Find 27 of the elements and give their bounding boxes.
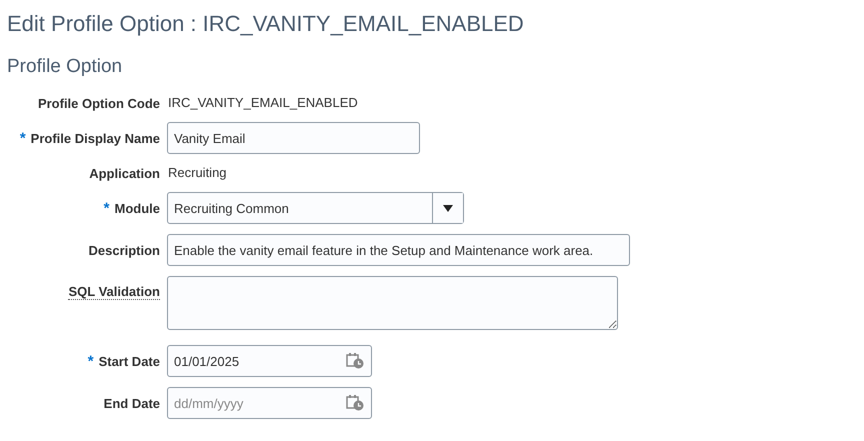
text-field[interactable]: Vanity Email <box>167 122 420 154</box>
field-label: Description <box>88 242 160 258</box>
text-field[interactable]: Enable the vanity email feature in the Setup and Maintenance work area. <box>167 234 630 266</box>
text-area[interactable] <box>167 276 618 330</box>
field-value: IRC_VANITY_EMAIL_ENABLED <box>167 95 358 110</box>
calendar-button[interactable] <box>346 394 364 411</box>
required-mark: * <box>20 130 26 146</box>
field-label: Application <box>89 166 160 180</box>
calendar-icon <box>346 394 364 411</box>
date-field[interactable]: dd/mm/yyyy <box>167 387 372 419</box>
field-label: Module <box>114 200 160 216</box>
required-mark: * <box>104 200 110 216</box>
calendar-icon <box>346 352 364 369</box>
page-title: Edit Profile Option : IRC_VANITY_EMAIL_ENABLED <box>7 10 525 38</box>
field-label: Profile Display Name <box>30 130 160 146</box>
calendar-button[interactable] <box>346 352 364 369</box>
field-label: Profile Option Code <box>38 96 160 110</box>
field-label: Start Date <box>98 354 160 368</box>
section-title: Profile Option <box>7 56 124 78</box>
field-value: Recruiting <box>167 165 227 180</box>
caret-icon <box>443 204 453 212</box>
field-label: SQL Validation <box>68 284 160 300</box>
dropdown-field[interactable]: Recruiting Common <box>167 192 464 224</box>
field-label: End Date <box>104 396 160 410</box>
required-mark: * <box>88 352 94 370</box>
date-field[interactable]: 01/01/2025 <box>167 345 372 377</box>
dropdown-button[interactable] <box>432 193 463 223</box>
